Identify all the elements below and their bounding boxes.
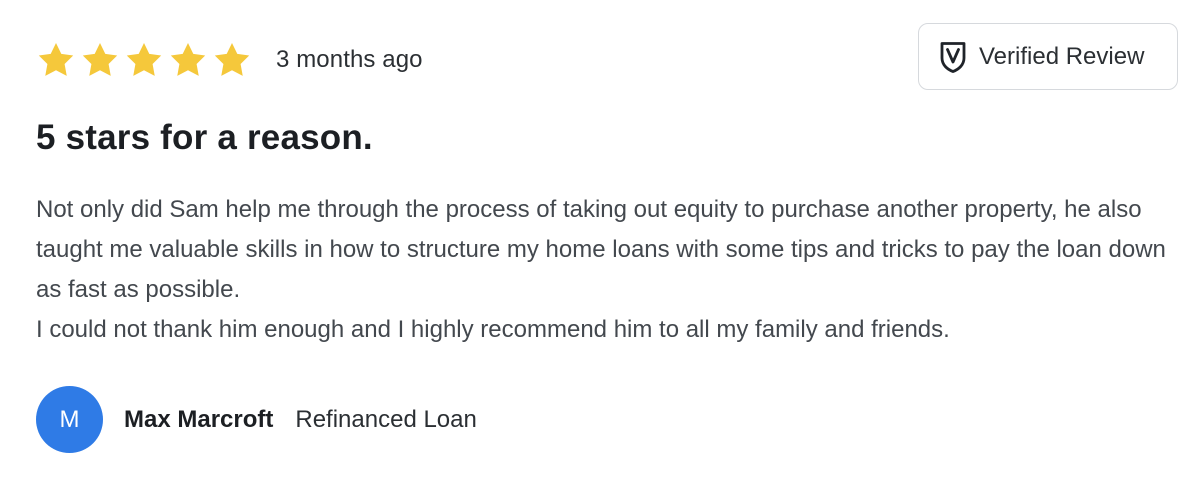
star-icon [168, 41, 208, 79]
avatar: M [36, 386, 103, 453]
review-paragraph: I could not thank him enough and I highl… [36, 316, 950, 343]
review-paragraph: Not only did Sam help me through the pro… [36, 196, 1166, 303]
author-name: Max Marcroft [124, 405, 274, 433]
verified-review-badge[interactable]: Verified Review [918, 23, 1178, 90]
star-icon [36, 41, 76, 79]
star-icon [212, 41, 252, 79]
star-icon [80, 41, 120, 79]
review-date: 3 months ago [276, 46, 423, 73]
author-loan-type: Refinanced Loan [295, 405, 477, 433]
review-author: M Max Marcroft Refinanced Loan [36, 386, 477, 453]
verified-review-label: Verified Review [979, 42, 1145, 70]
review-title: 5 stars for a reason. [36, 118, 373, 157]
star-rating [36, 41, 252, 79]
review-body: Not only did Sam help me through the pro… [36, 190, 1166, 350]
shield-check-icon [939, 40, 967, 74]
review-card: 3 months ago Verified Review 5 stars for… [0, 0, 1200, 486]
star-icon [124, 41, 164, 79]
review-header: 3 months ago [36, 40, 423, 80]
